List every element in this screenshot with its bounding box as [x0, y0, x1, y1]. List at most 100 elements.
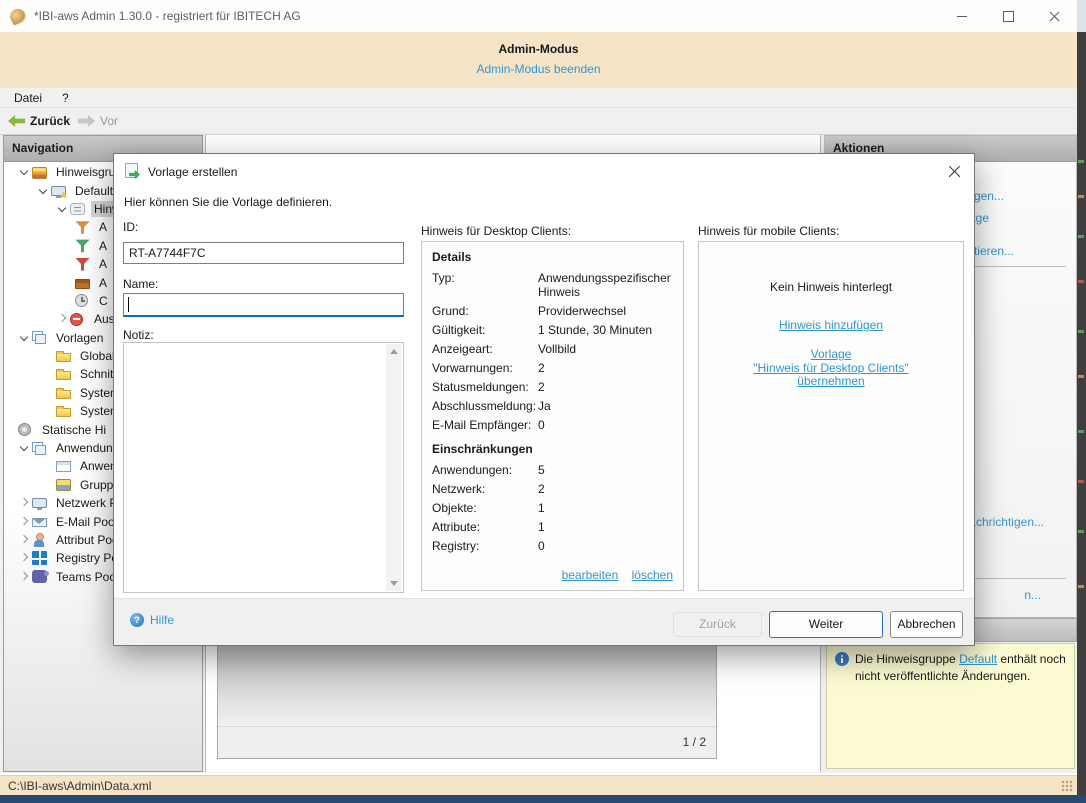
- create-template-icon: [124, 163, 140, 179]
- detail-label: Typ:: [432, 271, 538, 299]
- desktop-details-box: Details Typ:Anwendungsspezifischer Hinwe…: [421, 241, 684, 591]
- info-icon: [835, 652, 849, 666]
- default-group-link[interactable]: Default: [959, 652, 997, 666]
- detail-value: 2: [538, 380, 673, 394]
- text-caret: [128, 297, 129, 312]
- help-label: Hilfe: [150, 613, 174, 627]
- apply-link-line[interactable]: Vorlage: [811, 347, 852, 361]
- name-field[interactable]: [123, 293, 404, 317]
- constraint-value: 2: [538, 482, 673, 496]
- note-icon: [70, 203, 85, 215]
- background-window-edge: [1077, 0, 1086, 795]
- chevron-down-icon[interactable]: [37, 184, 51, 198]
- chevron-down-icon[interactable]: [56, 202, 70, 216]
- layers-icon: [32, 167, 47, 179]
- gearbox-icon: [18, 423, 31, 436]
- chevron-right-icon[interactable]: [56, 312, 70, 326]
- clock-icon: [75, 294, 88, 307]
- scrollbar[interactable]: [386, 344, 402, 591]
- note-textarea[interactable]: [123, 342, 404, 593]
- chevron-right-icon[interactable]: [18, 533, 32, 547]
- dialog-subtitle: Hier können Sie die Vorlage definieren.: [124, 195, 332, 209]
- folder-icon: [56, 408, 71, 417]
- action-link-fragment[interactable]: achrichtigen...: [969, 515, 1044, 529]
- nav-item-label: Vorlagen: [53, 330, 106, 346]
- help-link[interactable]: ? Hilfe: [130, 613, 174, 627]
- nav-item-label: Hinweisgru: [53, 164, 118, 180]
- action-link-fragment[interactable]: igen...: [971, 189, 1004, 203]
- constraint-value: 0: [538, 539, 673, 553]
- detail-row: Gültigkeit:1 Stunde, 30 Minuten: [432, 323, 673, 337]
- detail-value: 2: [538, 361, 673, 375]
- bottom-strip: [0, 795, 1086, 803]
- chevron-right-icon[interactable]: [18, 570, 32, 584]
- detail-row: Abschlussmeldung:Ja: [432, 399, 673, 413]
- nav-item-label: A: [96, 275, 110, 291]
- detail-value: Anwendungsspezifischer Hinweis: [538, 271, 673, 299]
- chevron-right-icon[interactable]: [18, 551, 32, 565]
- pending-changes-notice: Die Hinweisgruppe Default enthält noch n…: [826, 643, 1075, 769]
- windows-icon: [35, 445, 46, 455]
- nav-item-label: A: [96, 256, 110, 272]
- detail-row: Vorwarnungen:2: [432, 361, 673, 375]
- constraint-row: Attribute:1: [432, 520, 673, 534]
- detail-label: Statusmeldungen:: [432, 380, 538, 394]
- constraint-row: Registry:0: [432, 539, 673, 553]
- menu-item-help[interactable]: ?: [52, 91, 79, 105]
- dialog-cancel-button[interactable]: Abbrechen: [890, 611, 963, 638]
- action-link-fragment[interactable]: tieren...: [974, 244, 1014, 258]
- detail-label: Gültigkeit:: [432, 323, 538, 337]
- constraint-row: Anwendungen:5: [432, 463, 673, 477]
- id-field[interactable]: RT-A7744F7C: [123, 242, 404, 264]
- resize-grip-icon[interactable]: [1061, 780, 1073, 792]
- chevron-right-icon[interactable]: [18, 515, 32, 529]
- chevron-right-icon[interactable]: [18, 496, 32, 510]
- detail-value: Providerwechsel: [538, 304, 673, 318]
- constraint-label: Netzwerk:: [432, 482, 538, 496]
- scroll-up-icon[interactable]: [390, 349, 398, 354]
- constraint-value: 1: [538, 520, 673, 534]
- nav-item-label: Teams Pool: [53, 569, 122, 585]
- close-button[interactable]: [1031, 0, 1077, 32]
- forward-button[interactable]: Vor: [78, 114, 118, 128]
- nav-item-label: A: [96, 219, 110, 235]
- add-mobile-notice-link[interactable]: Hinweis hinzufügen: [779, 318, 883, 332]
- chevron-down-icon[interactable]: [18, 165, 32, 179]
- create-template-dialog: Vorlage erstellen Hier können Sie die Vo…: [113, 153, 975, 646]
- apply-link-line[interactable]: "Hinweis für Desktop Clients": [753, 361, 908, 375]
- chevron-down-icon[interactable]: [18, 441, 32, 455]
- delete-link[interactable]: löschen: [632, 568, 673, 582]
- apply-desktop-template-link[interactable]: Vorlage "Hinweis für Desktop Clients" üb…: [699, 348, 963, 389]
- minimize-icon: [957, 16, 967, 17]
- maximize-button[interactable]: [985, 0, 1031, 32]
- back-label: Zurück: [30, 114, 70, 128]
- nav-item-label: Default: [72, 183, 116, 199]
- dialog-close-icon[interactable]: [947, 164, 962, 179]
- back-button[interactable]: Zurück: [8, 114, 70, 128]
- edit-link[interactable]: bearbeiten: [562, 568, 619, 582]
- status-path: C:\IBI-aws\Admin\Data.xml: [8, 779, 151, 793]
- detail-label: Abschlussmeldung:: [432, 399, 538, 413]
- apply-link-line[interactable]: übernehmen: [797, 374, 864, 388]
- folder-icon: [56, 353, 71, 362]
- detail-label: Vorwarnungen:: [432, 361, 538, 375]
- grid-icon: [32, 551, 47, 565]
- detail-row: Statusmeldungen:2: [432, 380, 673, 394]
- app-window: *IBI-aws Admin 1.30.0 - registriert für …: [0, 0, 1086, 803]
- detail-value: Ja: [538, 399, 673, 413]
- minimize-button[interactable]: [939, 0, 985, 32]
- action-link-fragment[interactable]: n...: [1024, 588, 1041, 602]
- mobile-empty-text: Kein Hinweis hinterlegt: [699, 280, 963, 294]
- funnel-red-icon: [75, 257, 90, 271]
- dialog-footer: ? Hilfe Zurück Weiter Abbrechen: [114, 598, 974, 645]
- admin-mode-exit-link[interactable]: Admin-Modus beenden: [0, 62, 1077, 76]
- menu-item-datei[interactable]: Datei: [0, 91, 52, 105]
- chevron-down-icon[interactable]: [18, 331, 32, 345]
- scroll-down-icon[interactable]: [390, 581, 398, 586]
- detail-value: Vollbild: [538, 342, 673, 356]
- mobile-box: Kein Hinweis hinterlegt Hinweis hinzufüg…: [698, 241, 964, 591]
- maximize-icon: [1003, 11, 1014, 22]
- dialog-next-button[interactable]: Weiter: [769, 611, 883, 638]
- back-arrow-icon: [8, 115, 25, 127]
- id-label: ID:: [123, 220, 138, 234]
